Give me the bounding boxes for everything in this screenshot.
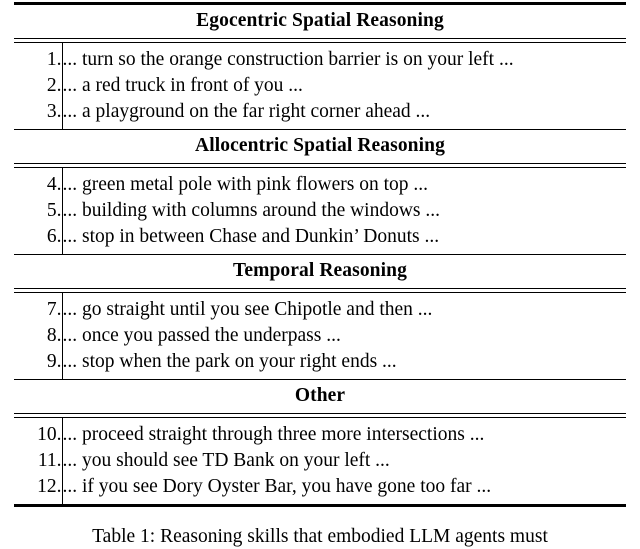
- section-title: Other: [294, 385, 346, 406]
- table-body: Egocentric Spatial Reasoning 1. ... turn…: [14, 1, 626, 508]
- row-number: 10.: [37, 424, 62, 445]
- row-text: ... stop in between Chase and Dunkin’ Do…: [61, 224, 626, 254]
- row-text: ... green metal pole with pink flowers o…: [61, 167, 626, 198]
- row-number: 12.: [37, 476, 62, 497]
- reasoning-skills-table-wrapper: Egocentric Spatial Reasoning 1. ... turn…: [14, 1, 626, 508]
- table-row: 9. ... stop when the park on your right …: [14, 349, 626, 379]
- table-row: 12. ... if you see Dory Oyster Bar, you …: [14, 474, 626, 506]
- row-number: 7.: [46, 299, 62, 320]
- row-text: ... once you passed the underpass ...: [61, 323, 626, 349]
- row-text: ... building with columns around the win…: [61, 198, 626, 224]
- row-number: 3.: [46, 101, 62, 122]
- table-row: 11. ... you should see TD Bank on your l…: [14, 448, 626, 474]
- table-row: 3. ... a playground on the far right cor…: [14, 99, 626, 129]
- row-text: ... if you see Dory Oyster Bar, you have…: [61, 474, 626, 506]
- table-row: 2. ... a red truck in front of you ...: [14, 73, 626, 99]
- row-text: ... stop when the park on your right end…: [61, 349, 626, 379]
- row-number: 2.: [46, 75, 62, 96]
- row-number: 1.: [46, 49, 62, 70]
- row-number: 4.: [46, 174, 62, 195]
- row-text: ... a playground on the far right corner…: [61, 99, 626, 129]
- row-number: 8.: [46, 325, 62, 346]
- table-row: 6. ... stop in between Chase and Dunkin’…: [14, 224, 626, 254]
- table-row: 5. ... building with columns around the …: [14, 198, 626, 224]
- section-title: Temporal Reasoning: [233, 260, 407, 281]
- row-text: ... proceed straight through three more …: [61, 417, 626, 448]
- row-number: 5.: [46, 200, 62, 221]
- section-title: Egocentric Spatial Reasoning: [196, 10, 444, 31]
- section-header-egocentric-spatial-reasoning: Egocentric Spatial Reasoning: [14, 4, 626, 39]
- row-text: ... you should see TD Bank on your left …: [61, 448, 626, 474]
- paper-figure-page: Egocentric Spatial Reasoning 1. ... turn…: [0, 0, 640, 547]
- row-text: ... a red truck in front of you ...: [61, 73, 626, 99]
- row-text: ... go straight until you see Chipotle a…: [61, 292, 626, 323]
- section-header-other: Other: [14, 380, 626, 414]
- table-row: 10. ... proceed straight through three m…: [14, 417, 626, 448]
- table-row: 4. ... green metal pole with pink flower…: [14, 167, 626, 198]
- row-text: ... turn so the orange construction barr…: [61, 42, 626, 73]
- row-number: 11.: [37, 450, 62, 471]
- caption-text: Table 1: Reasoning skills that embodied …: [92, 526, 548, 547]
- table-row: 1. ... turn so the orange construction b…: [14, 42, 626, 73]
- reasoning-skills-table: Egocentric Spatial Reasoning 1. ... turn…: [14, 1, 626, 508]
- table-row: 7. ... go straight until you see Chipotl…: [14, 292, 626, 323]
- row-number: 9.: [46, 351, 62, 372]
- table-bottom-rule: [14, 504, 626, 508]
- section-header-temporal-reasoning: Temporal Reasoning: [14, 255, 626, 289]
- section-header-allocentric-spatial-reasoning: Allocentric Spatial Reasoning: [14, 130, 626, 164]
- row-number: 6.: [46, 226, 62, 247]
- section-title: Allocentric Spatial Reasoning: [195, 135, 445, 156]
- table-caption: Table 1: Reasoning skills that embodied …: [0, 524, 640, 549]
- table-row: 8. ... once you passed the underpass ...: [14, 323, 626, 349]
